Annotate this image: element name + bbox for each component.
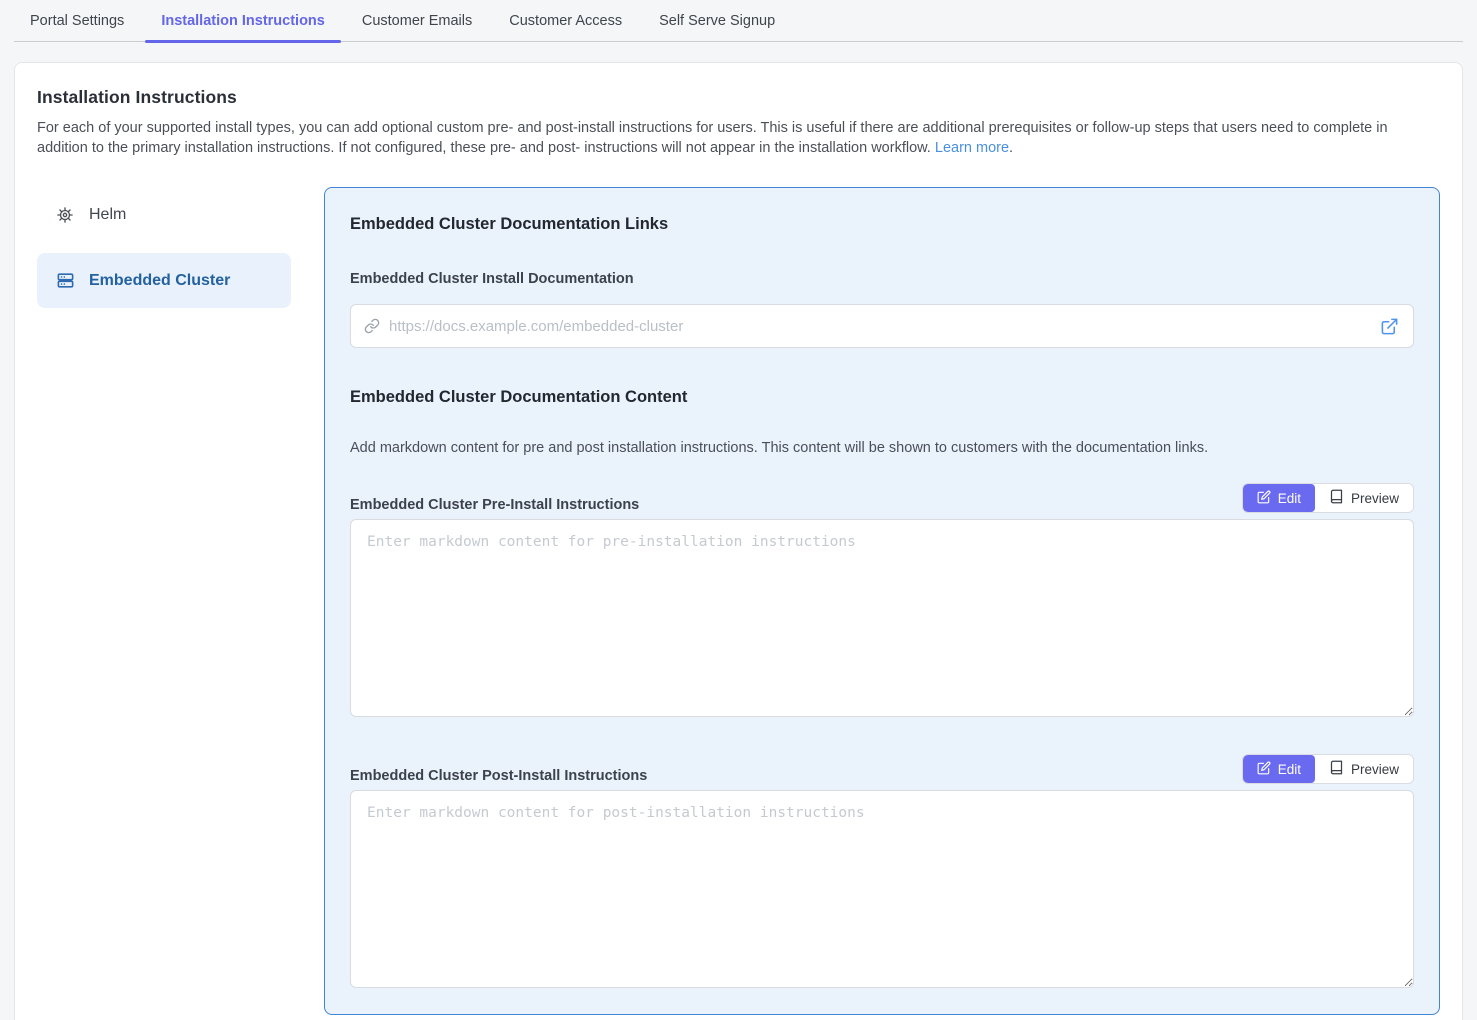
doc-content-section-title: Embedded Cluster Documentation Content bbox=[350, 388, 1414, 407]
link-icon bbox=[364, 318, 380, 334]
post-install-markdown-textarea[interactable] bbox=[350, 790, 1414, 988]
tab-bar: Portal Settings Installation Instruction… bbox=[0, 0, 1477, 42]
tab-list: Portal Settings Installation Instruction… bbox=[14, 0, 1463, 42]
sidebar-item-label: Embedded Cluster bbox=[89, 272, 230, 290]
page-description: For each of your supported install types… bbox=[37, 118, 1437, 158]
page-description-period: . bbox=[1009, 140, 1013, 156]
external-link-icon[interactable] bbox=[1380, 317, 1399, 336]
learn-more-link[interactable]: Learn more bbox=[935, 140, 1009, 156]
edit-icon bbox=[1257, 490, 1271, 507]
book-icon bbox=[1329, 489, 1344, 507]
pre-install-header-row: Embedded Cluster Pre-Install Instruction… bbox=[350, 483, 1414, 513]
edit-icon bbox=[1257, 761, 1271, 778]
post-install-edit-button[interactable]: Edit bbox=[1243, 755, 1315, 783]
helm-icon bbox=[55, 206, 75, 224]
book-icon bbox=[1329, 760, 1344, 778]
doc-links-section-title: Embedded Cluster Documentation Links bbox=[350, 215, 1414, 234]
embedded-cluster-panel: Embedded Cluster Documentation Links Emb… bbox=[324, 187, 1440, 1015]
tab-self-serve-signup[interactable]: Self Serve Signup bbox=[643, 0, 791, 41]
tab-installation-instructions[interactable]: Installation Instructions bbox=[145, 0, 341, 41]
edit-button-label: Edit bbox=[1278, 491, 1301, 506]
tab-customer-emails[interactable]: Customer Emails bbox=[346, 0, 488, 41]
content-area: Helm Embedded Cluster Embedded Cluster D… bbox=[37, 187, 1440, 1015]
post-install-mode-toggle: Edit Preview bbox=[1242, 754, 1414, 784]
post-install-label: Embedded Cluster Post-Install Instructio… bbox=[350, 768, 647, 784]
main-card: Installation Instructions For each of yo… bbox=[14, 62, 1463, 1020]
page-description-text: For each of your supported install types… bbox=[37, 120, 1388, 156]
doc-content-description: Add markdown content for pre and post in… bbox=[350, 440, 1414, 456]
install-type-sidebar: Helm Embedded Cluster bbox=[37, 187, 291, 1015]
post-install-header-row: Embedded Cluster Post-Install Instructio… bbox=[350, 754, 1414, 784]
pre-install-edit-button[interactable]: Edit bbox=[1243, 484, 1315, 512]
install-doc-url-input[interactable] bbox=[389, 318, 1380, 335]
install-doc-label: Embedded Cluster Install Documentation bbox=[350, 271, 1414, 287]
pre-install-markdown-textarea[interactable] bbox=[350, 519, 1414, 717]
post-install-preview-button[interactable]: Preview bbox=[1315, 755, 1413, 783]
sidebar-item-embedded-cluster[interactable]: Embedded Cluster bbox=[37, 253, 291, 308]
server-stack-icon bbox=[55, 271, 75, 290]
edit-button-label: Edit bbox=[1278, 762, 1301, 777]
sidebar-item-helm[interactable]: Helm bbox=[37, 187, 291, 242]
pre-install-mode-toggle: Edit Preview bbox=[1242, 483, 1414, 513]
page-title: Installation Instructions bbox=[37, 87, 1440, 108]
preview-button-label: Preview bbox=[1351, 762, 1399, 777]
install-doc-url-field[interactable] bbox=[350, 304, 1414, 348]
tab-customer-access[interactable]: Customer Access bbox=[493, 0, 638, 41]
pre-install-preview-button[interactable]: Preview bbox=[1315, 484, 1413, 512]
pre-install-label: Embedded Cluster Pre-Install Instruction… bbox=[350, 497, 639, 513]
preview-button-label: Preview bbox=[1351, 491, 1399, 506]
tab-portal-settings[interactable]: Portal Settings bbox=[14, 0, 140, 41]
sidebar-item-label: Helm bbox=[89, 206, 126, 224]
